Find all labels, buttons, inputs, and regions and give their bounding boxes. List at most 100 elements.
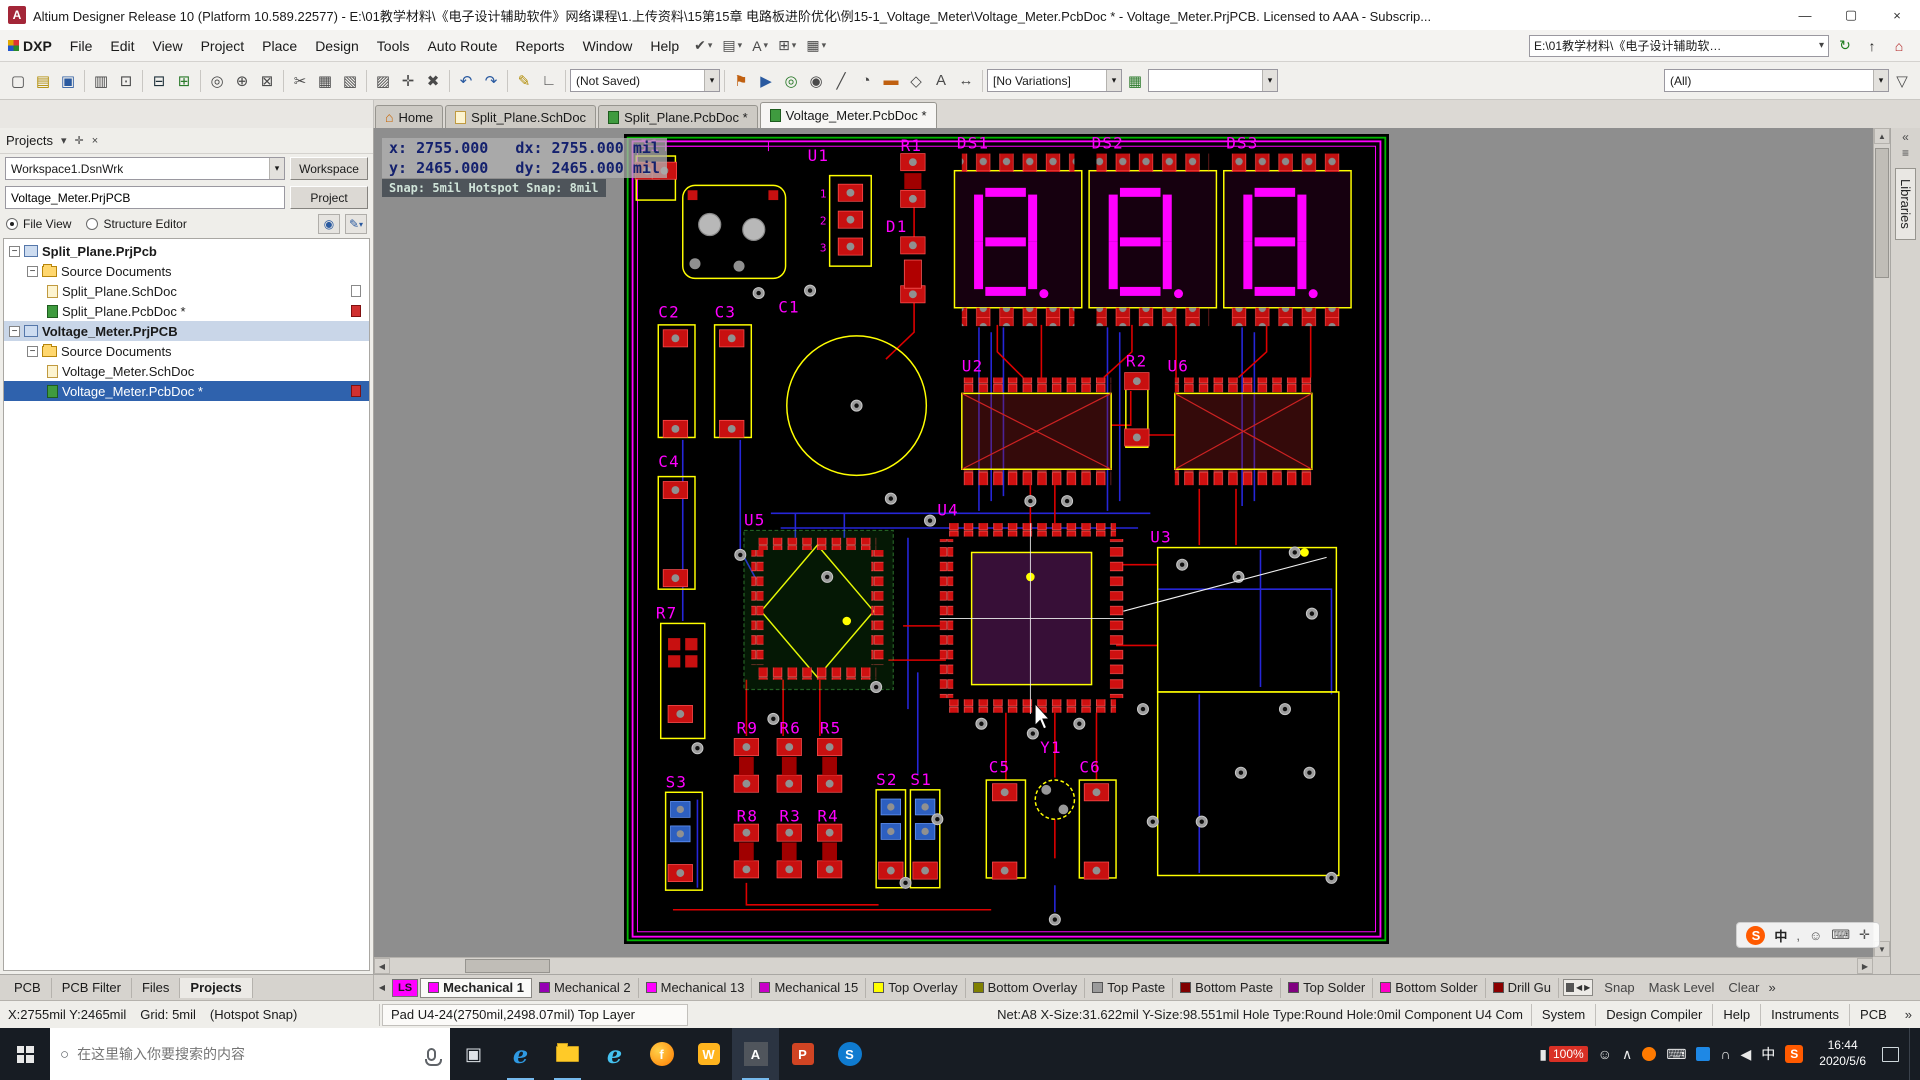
scroll-right-arrow[interactable]: ▶ xyxy=(1857,958,1873,974)
home-button[interactable]: ⌂ xyxy=(1888,35,1910,57)
panel-list-icon[interactable]: ≡ xyxy=(1902,146,1909,162)
place-line-icon[interactable]: ╱ xyxy=(829,69,853,93)
taskbar-app-explorer[interactable] xyxy=(544,1028,591,1080)
ime-punctuation-icon[interactable]: , xyxy=(1796,928,1800,943)
annotate-tool-dropdown[interactable]: A▾ xyxy=(750,38,772,54)
pcb-sheet[interactable]: J1 U1 1 2 3 R1 D1 DS1 DS2 DS3 C2 C3 C1 U… xyxy=(624,134,1389,944)
menu-tools[interactable]: Tools xyxy=(368,34,419,58)
layer-tab-drill-guide[interactable]: Drill Gu xyxy=(1486,978,1559,998)
battery-indicator[interactable]: ▮ 100% xyxy=(1539,1046,1587,1063)
layer-scroll-left-icon[interactable]: ◀ xyxy=(374,979,390,997)
collapse-panels-icon[interactable]: « xyxy=(1902,130,1909,146)
panel-tab-projects[interactable]: Projects xyxy=(180,978,252,998)
collapse-icon[interactable]: − xyxy=(9,246,20,257)
place-polygon-icon[interactable]: ◇ xyxy=(904,69,928,93)
taskbar-app-skype[interactable]: S xyxy=(826,1028,873,1080)
tree-doc-voltage-meter-pcbdoc-selected[interactable]: Voltage_Meter.PcbDoc * xyxy=(4,381,369,401)
panel-tab-pcb-filter[interactable]: PCB Filter xyxy=(52,978,132,998)
tab-voltage-meter-pcbdoc[interactable]: Voltage_Meter.PcbDoc * xyxy=(760,102,937,128)
layer-tab-bottom-paste[interactable]: Bottom Paste xyxy=(1173,978,1281,998)
scroller-left-icon[interactable]: ◀ xyxy=(1576,983,1582,992)
microphone-icon[interactable] xyxy=(427,1048,436,1061)
ime-language-icon[interactable]: 中 xyxy=(1774,926,1787,945)
sogou-tray-icon[interactable] xyxy=(1642,1047,1656,1061)
validate-tool-dropdown[interactable]: ✔▾ xyxy=(692,37,716,54)
print-icon[interactable]: ▥ xyxy=(89,69,113,93)
scroller-right-icon[interactable]: ▶ xyxy=(1584,983,1590,992)
minimize-button[interactable]: — xyxy=(1782,0,1828,30)
sogou-ime-bar[interactable]: S 中 , ☺ ⌨ ✛ xyxy=(1736,922,1880,948)
flag-icon[interactable]: ⚑ xyxy=(729,69,753,93)
ime-keyboard-icon[interactable]: ⌨ xyxy=(1831,927,1850,943)
panel-tab-pcb[interactable]: PCB xyxy=(4,978,52,998)
measure-icon[interactable]: ∟ xyxy=(537,69,561,93)
select-area-icon[interactable]: ▨ xyxy=(371,69,395,93)
taskbar-app-ie[interactable]: e xyxy=(591,1028,638,1080)
components-view-icon[interactable]: ⊞ xyxy=(172,69,196,93)
project-name-field[interactable] xyxy=(5,186,285,209)
clear-control[interactable]: Clear xyxy=(1721,980,1766,995)
search-input[interactable] xyxy=(77,1046,419,1062)
status-button-design-compiler[interactable]: Design Compiler xyxy=(1595,1004,1712,1026)
filter-combo[interactable]: (All) ▾ xyxy=(1664,69,1889,92)
place-arc-icon[interactable]: ◔ xyxy=(854,69,878,93)
ime-tray-icon[interactable] xyxy=(1696,1047,1710,1061)
layer-tab-top-solder[interactable]: Top Solder xyxy=(1281,978,1373,998)
workspace-button[interactable]: Workspace xyxy=(290,157,368,180)
keyboard-tray-icon[interactable]: ⌨ xyxy=(1666,1046,1686,1063)
cut-icon[interactable]: ✂ xyxy=(288,69,312,93)
grid-tool-dropdown[interactable]: ⊞▾ xyxy=(776,37,800,54)
place-dimension-icon[interactable]: ↔ xyxy=(954,69,978,93)
horizontal-scrollbar[interactable]: ◀ ▶ xyxy=(374,957,1873,974)
menu-auto-route[interactable]: Auto Route xyxy=(418,34,506,58)
zoom-selection-icon[interactable]: ⊠ xyxy=(255,69,279,93)
place-fill-icon[interactable]: ▬ xyxy=(879,69,903,93)
copy-icon[interactable]: ▦ xyxy=(313,69,337,93)
status-button-system[interactable]: System xyxy=(1531,1004,1595,1026)
layer-overflow-icon[interactable]: » xyxy=(1767,980,1782,995)
tree-project-voltage-meter[interactable]: − Voltage_Meter.PrjPCB xyxy=(4,321,369,341)
menu-reports[interactable]: Reports xyxy=(507,34,574,58)
libraries-panel-tab[interactable]: Libraries xyxy=(1895,168,1916,240)
pencil-icon[interactable]: ✎ xyxy=(512,69,536,93)
collapse-icon[interactable]: − xyxy=(9,326,20,337)
layer-tab-top-overlay[interactable]: Top Overlay xyxy=(866,978,965,998)
paste-icon[interactable]: ▧ xyxy=(338,69,362,93)
menu-project[interactable]: Project xyxy=(192,34,254,58)
save-icon[interactable]: ▣ xyxy=(56,69,80,93)
menu-file[interactable]: File xyxy=(61,34,102,58)
tab-split-plane-schdoc[interactable]: Split_Plane.SchDoc xyxy=(445,105,596,128)
edit-dropdown-button[interactable]: ✎▾ xyxy=(345,214,367,234)
workspace-combo[interactable]: Workspace1.DsnWrk ▾ xyxy=(5,157,285,180)
layer-tab-mechanical-2[interactable]: Mechanical 2 xyxy=(532,978,639,998)
zoom-fit-icon[interactable]: ◎ xyxy=(205,69,229,93)
taskbar-app-firefox[interactable]: f xyxy=(638,1028,685,1080)
people-icon[interactable]: ☺ xyxy=(1598,1046,1612,1062)
volume-icon[interactable]: ◀ xyxy=(1741,1046,1752,1063)
menu-place[interactable]: Place xyxy=(253,34,306,58)
up-one-level-button[interactable]: ↑ xyxy=(1861,35,1883,57)
status-button-instruments[interactable]: Instruments xyxy=(1760,1004,1849,1026)
tree-project-split-plane[interactable]: − Split_Plane.PrjPcb xyxy=(4,241,369,261)
redo-icon[interactable]: ↷ xyxy=(479,69,503,93)
taskbar-clock[interactable]: 16:44 2020/5/6 xyxy=(1813,1038,1872,1069)
scroll-left-arrow[interactable]: ◀ xyxy=(374,958,390,974)
open-icon[interactable]: ▤ xyxy=(31,69,55,93)
collapse-icon[interactable]: − xyxy=(27,346,38,357)
layer-tab-bottom-solder[interactable]: Bottom Solder xyxy=(1373,978,1485,998)
close-button[interactable]: × xyxy=(1874,0,1920,30)
collapse-icon[interactable]: − xyxy=(27,266,38,277)
mask-level-control[interactable]: Mask Level xyxy=(1642,980,1722,995)
move-icon[interactable]: ✛ xyxy=(396,69,420,93)
file-view-radio[interactable] xyxy=(6,218,18,230)
clear-selection-icon[interactable]: ✖ xyxy=(421,69,445,93)
menu-edit[interactable]: Edit xyxy=(101,34,143,58)
pcb-editor-canvas[interactable]: J1 U1 1 2 3 R1 D1 DS1 DS2 DS3 C2 C3 C1 U… xyxy=(374,128,1890,974)
vertical-scroll-thumb[interactable] xyxy=(1875,148,1889,278)
tree-doc-split-plane-pcbdoc[interactable]: Split_Plane.PcbDoc * xyxy=(4,301,369,321)
pointer-icon[interactable]: ▶ xyxy=(754,69,778,93)
pin-icon[interactable]: ✛ xyxy=(75,134,84,147)
taskbar-search[interactable]: ○ xyxy=(50,1028,450,1080)
wifi-icon[interactable]: ∩ xyxy=(1720,1046,1730,1062)
show-desktop-sliver[interactable] xyxy=(1909,1028,1914,1080)
